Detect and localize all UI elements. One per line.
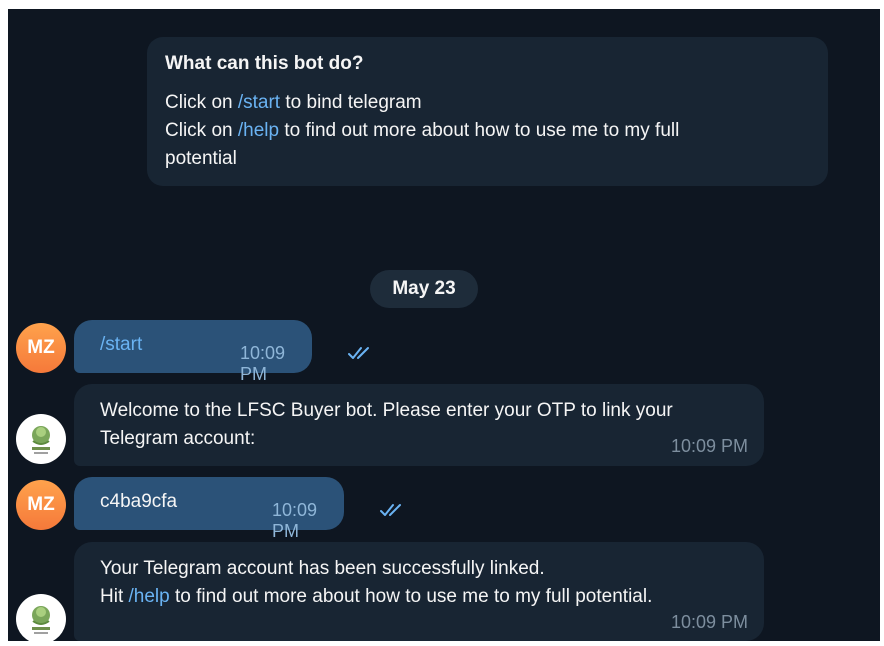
outgoing-message[interactable]: c4ba9cfa 10:09 PM [74,477,401,541]
double-check-icon [348,345,374,367]
bot-logo-icon [32,606,50,634]
user-avatar[interactable]: MZ [16,480,66,530]
bot-info-title: What can this bot do? [165,53,364,74]
message-text-line: Telegram account: [100,428,256,449]
bot-info-line-1: Click on /start to bind telegram [165,92,422,113]
message-time: 10:09 PM [670,612,748,632]
double-check-icon [380,502,406,524]
bot-info-card: What can this bot do? Click on /start to… [147,37,828,186]
message-time: 10:09 PM [272,500,318,541]
user-avatar[interactable]: MZ [16,323,66,373]
help-command-link[interactable]: /help [129,586,170,607]
start-command-link[interactable]: /start [238,92,280,113]
chat-area[interactable]: What can this bot do? Click on /start to… [8,9,880,641]
help-command-link[interactable]: /help [238,120,279,141]
bot-info-line-3: potential [165,148,237,169]
message-text-line: Hit /help to find out more about how to … [100,586,653,607]
bot-logo-icon [32,426,50,454]
start-command-link[interactable]: /start [100,334,142,356]
date-separator: May 23 [370,270,478,308]
outgoing-message[interactable]: /start 10:09 PM [74,320,369,384]
message-time: 10:09 PM [240,343,286,384]
message-text-line: Welcome to the LFSC Buyer bot. Please en… [100,400,673,421]
message-text-line: Your Telegram account has been successfu… [100,558,545,579]
incoming-message[interactable]: Your Telegram account has been successfu… [74,542,764,641]
bot-avatar[interactable] [16,594,66,641]
incoming-message[interactable]: Welcome to the LFSC Buyer bot. Please en… [74,384,764,466]
bot-avatar[interactable] [16,414,66,464]
message-time: 10:09 PM [670,436,748,456]
bot-info-line-2: Click on /help to find out more about ho… [165,120,680,141]
message-text: c4ba9cfa [100,491,178,512]
